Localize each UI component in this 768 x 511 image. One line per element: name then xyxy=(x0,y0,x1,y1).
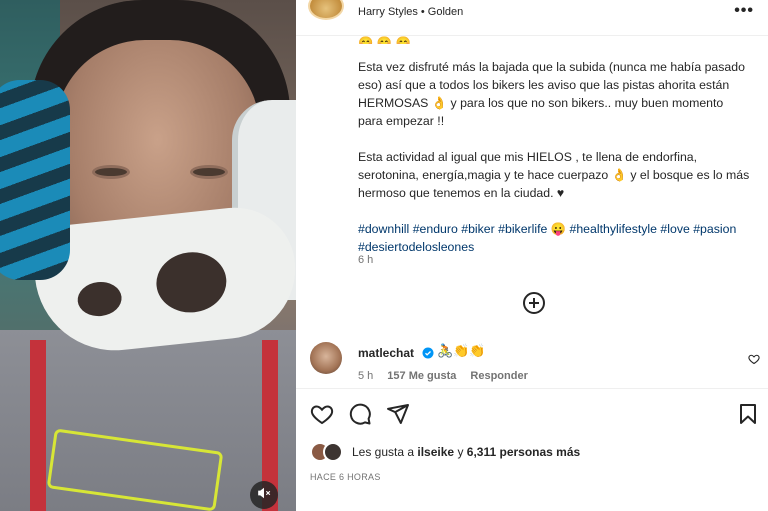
likes-summary: Les gusta a ilseike y 6,311 personas más xyxy=(310,440,760,464)
comment-like-button[interactable] xyxy=(748,352,760,365)
divider xyxy=(296,388,768,389)
audio-artist[interactable]: Harry Styles xyxy=(358,6,418,18)
caption-hashtags[interactable]: #downhill #enduro #biker #bikerlife 😛 #h… xyxy=(358,220,750,256)
post-header: Harry Styles • Golden ••• xyxy=(296,0,768,30)
caption-paragraph: Esta vez disfruté más la bajada que la s… xyxy=(358,60,745,128)
avatar[interactable] xyxy=(308,0,344,20)
comment-likes[interactable]: 157 Me gusta xyxy=(387,370,456,382)
avatar xyxy=(323,442,343,462)
mute-button[interactable] xyxy=(250,481,278,509)
caption-emoji-row: 😊 😊 😊 xyxy=(358,36,411,44)
video-glove xyxy=(0,80,70,280)
likes-count[interactable]: 6,311 personas más xyxy=(467,445,580,459)
reply-button[interactable]: Responder xyxy=(470,370,527,382)
bookmark-icon xyxy=(736,404,760,430)
comment-item: matlechat 🚴👏👏 5 h 157 Me gusta Responder xyxy=(296,340,768,390)
mask-vent xyxy=(75,279,124,319)
video-backpack-strap xyxy=(30,340,46,511)
post-video[interactable] xyxy=(0,0,296,511)
caption-paragraph: Esta actividad al igual que mis HIELOS ,… xyxy=(358,150,750,200)
likes-text[interactable]: Les gusta a ilseike y 6,311 personas más xyxy=(352,445,580,459)
add-circle-icon xyxy=(522,292,546,319)
likes-conjunction: y xyxy=(457,445,464,459)
more-horizontal-icon: ••• xyxy=(734,2,754,19)
video-eye-left xyxy=(92,165,130,179)
comment-icon xyxy=(348,403,372,430)
share-button[interactable] xyxy=(386,402,410,426)
caption-timestamp: 6 h xyxy=(358,254,374,266)
instagram-post: Harry Styles • Golden ••• 😊 😊 😊 Esta vez d… xyxy=(0,0,768,511)
likes-prefix: Les gusta a xyxy=(352,445,415,459)
post-caption: 😊 😊 😊 Esta vez disfruté más la bajada qu… xyxy=(358,34,750,256)
comment-meta: 5 h 157 Me gusta Responder xyxy=(358,370,528,382)
liker-username[interactable]: ilseike xyxy=(417,445,454,459)
post-timestamp: HACE 6 HORAS xyxy=(310,472,381,482)
comment-timestamp: 5 h xyxy=(358,370,374,382)
comment-button[interactable] xyxy=(348,402,372,426)
load-more-comments-button[interactable] xyxy=(522,291,546,315)
like-button[interactable] xyxy=(310,402,334,426)
post-details-panel: Harry Styles • Golden ••• 😊 😊 😊 Esta vez d… xyxy=(296,0,768,511)
comment-text: 🚴👏👏 xyxy=(437,343,486,358)
speaker-muted-icon xyxy=(257,486,271,505)
liker-avatars xyxy=(310,442,346,462)
heart-icon xyxy=(310,405,334,430)
send-icon xyxy=(386,404,410,430)
audio-track[interactable]: Golden xyxy=(428,6,463,18)
audio-attribution[interactable]: Harry Styles • Golden xyxy=(358,6,463,18)
save-button[interactable] xyxy=(736,402,760,426)
separator-dot: • xyxy=(420,6,425,18)
mask-vent xyxy=(153,248,230,316)
video-eye-right xyxy=(190,165,228,179)
avatar[interactable] xyxy=(310,342,342,374)
comment-username[interactable]: matlechat xyxy=(358,346,414,360)
verified-badge-icon xyxy=(422,346,434,359)
more-options-button[interactable]: ••• xyxy=(734,2,754,20)
